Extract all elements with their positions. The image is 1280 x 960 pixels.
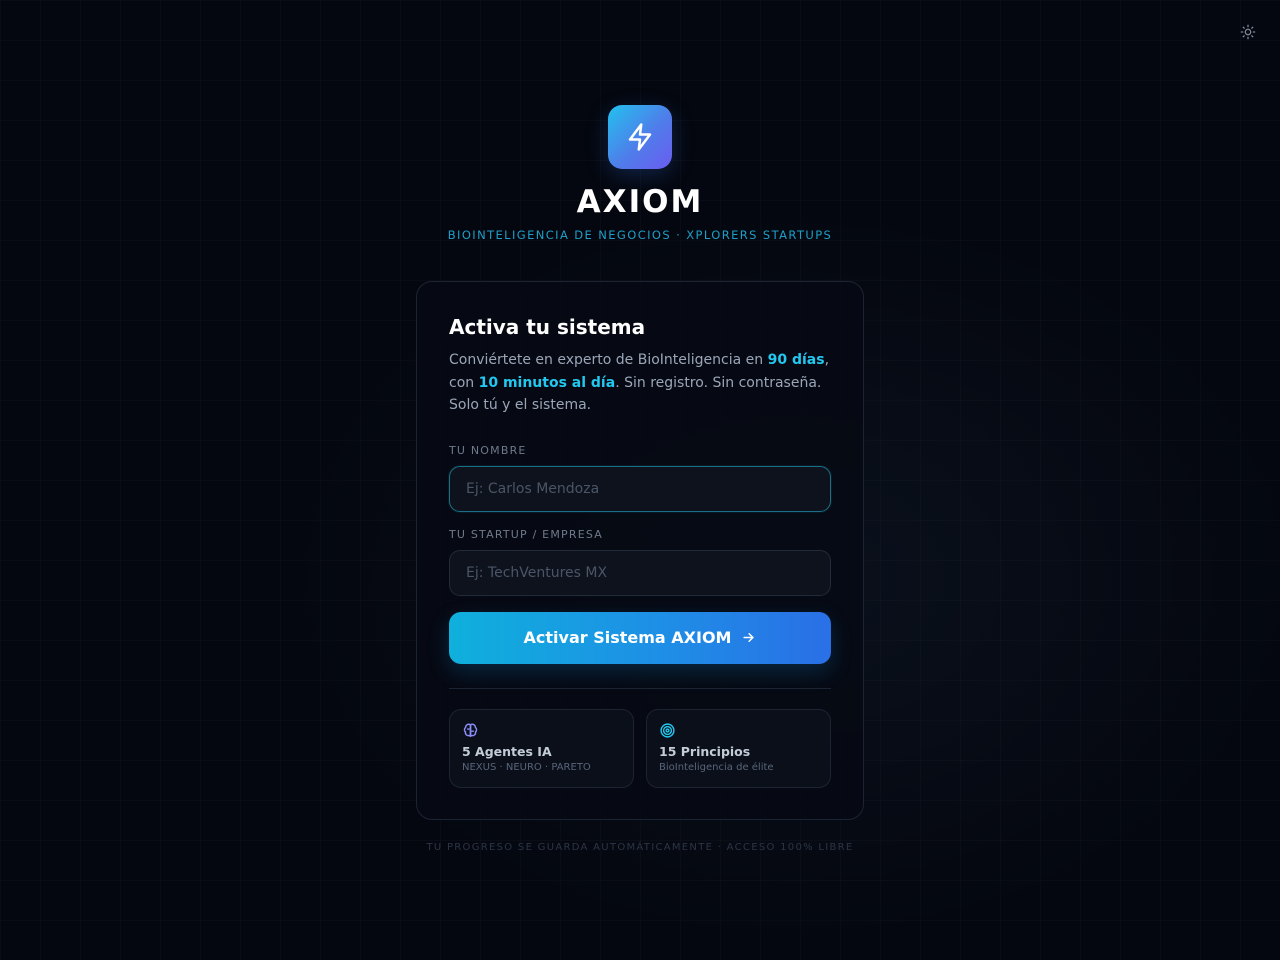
feature-agents: 5 Agentes IA NEXUS · NEURO · PARETO <box>449 708 634 788</box>
app-logo <box>608 105 672 169</box>
feature-title: 15 Principios <box>659 743 751 759</box>
arrow-right-icon <box>743 633 755 642</box>
lightning-icon <box>628 123 652 151</box>
activate-system-button[interactable]: Activar Sistema AXIOM <box>449 611 831 664</box>
feature-title: 5 Agentes IA <box>462 743 552 759</box>
app-subtitle: BIOINTELIGENCIA DE NEGOCIOS · XPLORERS S… <box>447 228 833 242</box>
features-grid: 5 Agentes IA NEXUS · NEURO · PARETO 15 P… <box>449 708 831 788</box>
feature-principles: 15 Principios BioInteligencia de élite <box>646 708 831 788</box>
card-title: Activa tu sistema <box>449 315 646 339</box>
company-label: TU STARTUP / EMPRESA <box>449 527 603 541</box>
footer-note: TU PROGRESO SE GUARDA AUTOMÁTICAMENTE · … <box>426 842 854 853</box>
feature-subtitle: BioInteligencia de élite <box>659 761 774 773</box>
sun-icon <box>1240 24 1256 40</box>
activation-card: Activa tu sistema Conviértete en experto… <box>416 281 864 820</box>
highlight-days: 90 días <box>767 352 825 368</box>
company-input[interactable] <box>449 549 831 596</box>
highlight-minutes: 10 minutos al día <box>478 374 616 391</box>
card-divider <box>449 687 831 689</box>
theme-toggle-button[interactable] <box>1238 22 1258 42</box>
brain-icon <box>463 723 478 737</box>
name-label: TU NOMBRE <box>449 443 527 457</box>
target-icon <box>660 722 675 738</box>
brand-header: AXIOM BIOINTELIGENCIA DE NEGOCIOS · XPLO… <box>0 105 1280 242</box>
feature-subtitle: NEXUS · NEURO · PARETO <box>462 761 591 773</box>
card-description: Conviértete en experto de BioInteligenci… <box>449 352 830 413</box>
name-input[interactable] <box>449 465 831 512</box>
activate-button-label: Activar Sistema AXIOM <box>523 628 732 647</box>
app-title: AXIOM <box>576 184 704 220</box>
